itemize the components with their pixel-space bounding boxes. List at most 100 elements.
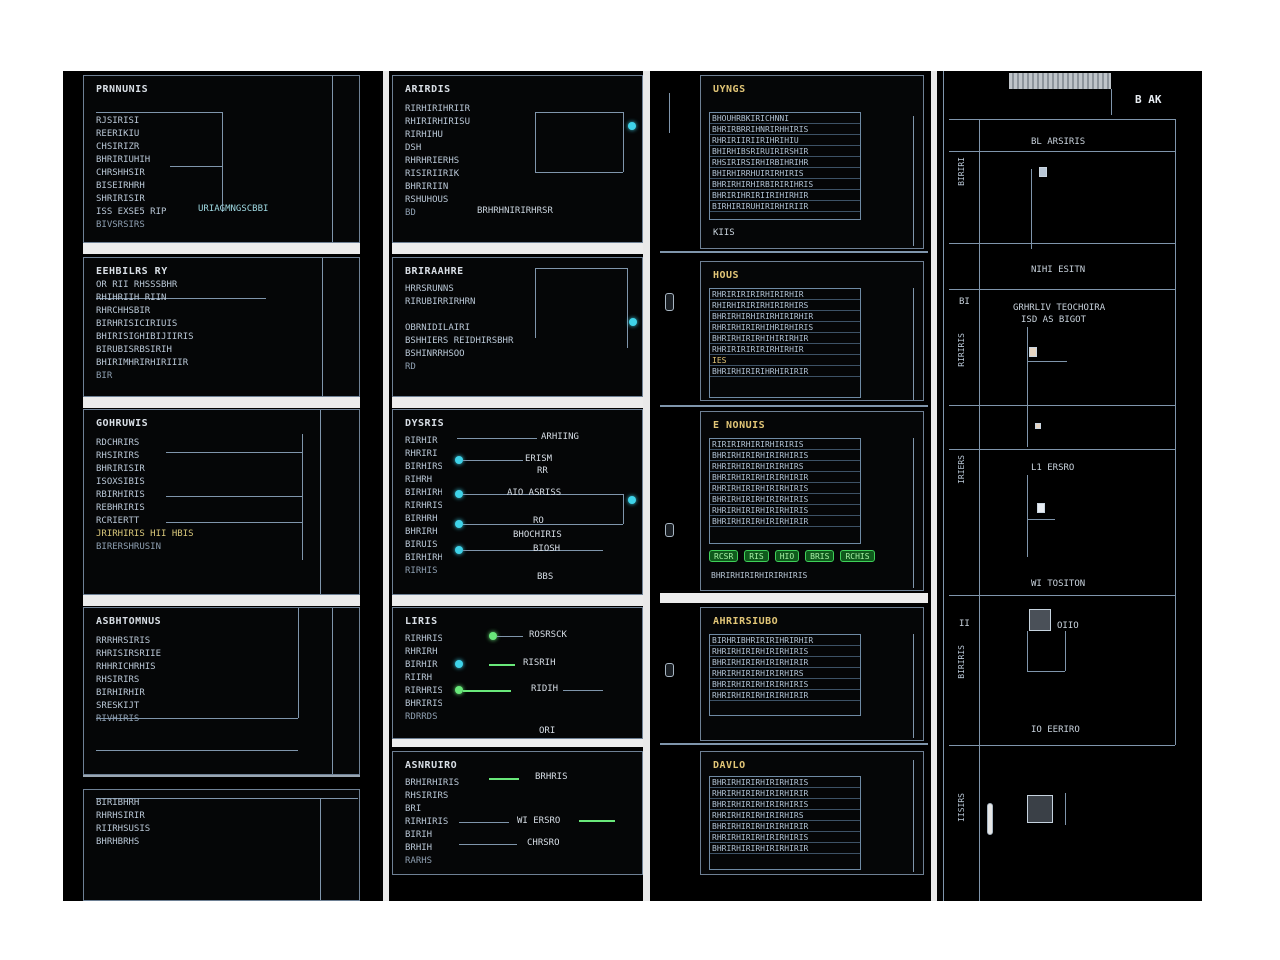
table-row: BHIRHIRRHUIRIRHIRIS — [710, 168, 860, 179]
list-item: RHRIRH — [405, 647, 438, 657]
connector-dot[interactable] — [628, 496, 636, 504]
list-item: ISOXSIBIS — [96, 477, 145, 487]
grid-line — [459, 844, 517, 845]
list-item: REBHRIRIS — [96, 503, 145, 513]
list-item: BHRHBRHS — [96, 837, 140, 847]
row-list: RIRHIR RHRIRI BIRHIRS RIHRH BIRHIRH RIRH… — [405, 436, 442, 588]
scrollbar-track[interactable] — [1009, 73, 1111, 89]
grid-line — [949, 595, 1175, 596]
list-item: BIRHRH — [405, 514, 438, 524]
list-item: BSHINRRHSOO — [405, 349, 465, 359]
list-item: BIVSRSIRS — [96, 220, 145, 230]
grid-line — [322, 258, 323, 396]
divider — [392, 243, 643, 254]
panel-1-5[interactable]: BIRIBHRH RHRHSIRIR RIIRHSUSIS BHRHBRHS — [83, 789, 360, 901]
panel-3-4[interactable]: AHRIRSIUBO BIRHRIBHRIRIRIHRIRHIR RHRIRHI… — [700, 607, 924, 741]
panel-title: DAVLO — [713, 760, 746, 771]
connector-dot[interactable] — [455, 546, 463, 554]
wire-label: RR — [537, 466, 548, 476]
list-item: RARHS — [405, 856, 433, 866]
wire-label: BRHRIS — [535, 772, 568, 782]
signal-line — [463, 690, 511, 692]
data-grid[interactable]: RHRIRIRIRIRHIRIRHIR RHIRHIRIRIRHIRIRHIRS… — [709, 288, 861, 398]
grid-line — [949, 119, 1175, 120]
list-item: BRHIRHIRIS — [405, 778, 460, 788]
list-item: RIRHRIS — [405, 634, 442, 644]
connector-dot[interactable] — [455, 686, 463, 694]
list-item: CHSIRIZR — [96, 142, 140, 152]
list-item: BIRHIR — [405, 660, 438, 670]
status-badge[interactable]: BRIS — [805, 550, 835, 562]
side-label: II — [959, 619, 970, 629]
drag-handle[interactable] — [987, 803, 993, 835]
connector-dot[interactable] — [455, 660, 463, 668]
status-badge[interactable]: RCHIS — [840, 550, 875, 562]
connector-dot[interactable] — [455, 520, 463, 528]
data-grid[interactable]: RIRIRIRHIRIRHIRIRIS BHRIRHIRIRHIRIRHIRIS… — [709, 438, 861, 544]
node-marker[interactable] — [1039, 167, 1047, 177]
grid-line — [1027, 361, 1067, 362]
node-box[interactable] — [1027, 795, 1053, 823]
panel-3-1[interactable]: UYNGS BHOUHRBKIRICHNNI BHRIRBRRIHNRIRHHI… — [700, 75, 924, 249]
connector-dot[interactable] — [489, 632, 497, 640]
panel-2-2[interactable]: BRIRAAHRE HRRSRUNNS RIRUBIRRIRHRN OBRNID… — [392, 257, 643, 397]
divider — [83, 595, 360, 606]
connector-dot[interactable] — [629, 318, 637, 326]
node-marker[interactable] — [1035, 423, 1041, 429]
list-item: RJSIRISI — [96, 116, 140, 126]
list-item: BHRIRIS — [405, 699, 442, 709]
panel-1-3[interactable]: GOHRUWIS RDCHRIRS RHSIRIRS BHRIRISIR ISO… — [83, 409, 360, 595]
table-row: RHSIRIRSIRHIRBIHRIHR — [710, 157, 860, 168]
panel-2-4[interactable]: LIRIS RIRHRIS RHRIRH BIRHIR RIIRH RIRHRI… — [392, 607, 643, 739]
panel-3-5[interactable]: DAVLO BHRIRHIRIRHIRIRHIRIS RHRIRHIRIRHIR… — [700, 751, 924, 875]
grid-line — [332, 76, 333, 242]
grid-line — [96, 112, 222, 113]
side-label: IRIERS — [957, 455, 966, 484]
grid-line — [913, 288, 914, 400]
row-list: RJSIRISI REERIKIU CHSIRIZR BHRIRIUHIH CH… — [96, 116, 209, 236]
panel-2-3[interactable]: DYSRIS RIRHIR RHRIRI BIRHIRS RIHRH BIRHI… — [392, 409, 643, 595]
node-marker[interactable] — [1037, 503, 1045, 513]
list-item: RHIRIRHIRISU — [405, 117, 471, 127]
grid-line — [1065, 631, 1066, 671]
panel-3-2[interactable]: HOUS RHRIRIRIRIRHIRIRHIR RHIRHIRIRIRHIRI… — [700, 261, 924, 401]
grid-line — [1027, 631, 1028, 671]
list-item: BIRIH — [405, 830, 433, 840]
panel-1-2[interactable]: EEHBILRS RY OR RII RHSSSBHR RHIHRIIH RII… — [83, 257, 360, 397]
table-row: RHRIRHIRIRHIRIRHIRS — [710, 461, 860, 472]
table-row: RHRIRHIRIRHIRIRHIRIR — [710, 690, 860, 701]
panel-2-1[interactable]: ARIRDIS RIRHIRIHRIIR RHIRIRHIRISU RIRHIH… — [392, 75, 643, 243]
status-badge[interactable]: RCSR — [709, 550, 739, 562]
grid-line — [949, 745, 1175, 746]
panel-1-1[interactable]: PRNNUNIS RJSIRISI REERIKIU CHSIRIZR BHRI… — [83, 75, 360, 243]
grid-line — [949, 151, 1175, 152]
list-item: OBRNIDILAIRI — [405, 323, 471, 333]
grid-line — [1111, 89, 1112, 115]
table-row: BHRIRHIRHIRBIRIRIHRIS — [710, 179, 860, 190]
data-grid[interactable]: BIRHRIBHRIRIRIHRIRHIR RHRIRHIRIRHIRIRHIR… — [709, 634, 861, 716]
connector-dot[interactable] — [455, 490, 463, 498]
column-separator — [931, 71, 937, 901]
connector-dot[interactable] — [455, 456, 463, 464]
panel-1-4[interactable]: ASBHTOMNUS RRRHRSIRIS RHRISIRSRIIE RHHRI… — [83, 607, 360, 775]
data-grid[interactable]: BHOUHRBKIRICHNNI BHRIRBRRIHNRIRHHIRIS RH… — [709, 112, 861, 220]
connector-dot[interactable] — [628, 122, 636, 130]
grid-line — [222, 112, 223, 212]
table-row: BHRIRHIRIRHIRIRHIRIR — [710, 657, 860, 668]
list-item: BHRIRIIN — [405, 182, 449, 192]
section-label: L1 ERSRO — [1031, 463, 1075, 473]
list-item: RSHUHOUS — [405, 195, 449, 205]
node-marker[interactable] — [1029, 347, 1037, 357]
list-item: BIRIBHRH — [96, 798, 140, 808]
status-badge[interactable]: HIO — [774, 550, 800, 562]
table-row: BHRIRHIRIRHIRIRHIRIR — [710, 821, 860, 832]
grid-line — [1175, 119, 1176, 745]
divider — [660, 251, 928, 253]
data-grid[interactable]: BHRIRHIRIRHIRIRHIRIS RHRIRHIRIRHIRIRHIRI… — [709, 776, 861, 870]
panel-2-5[interactable]: ASNRUIRO BRHIRHIRIS RHSIRIRS BRI RIRHIRI… — [392, 751, 643, 875]
list-item: BHRIRISIR — [96, 464, 145, 474]
status-badge[interactable]: RIS — [744, 550, 769, 562]
node-box[interactable] — [1029, 609, 1051, 631]
list-item: RHRIRI — [405, 449, 438, 459]
panel-3-3[interactable]: E NONUIS RIRIRIRHIRIRHIRIRIS BHRIRHIRIRH… — [700, 411, 924, 591]
